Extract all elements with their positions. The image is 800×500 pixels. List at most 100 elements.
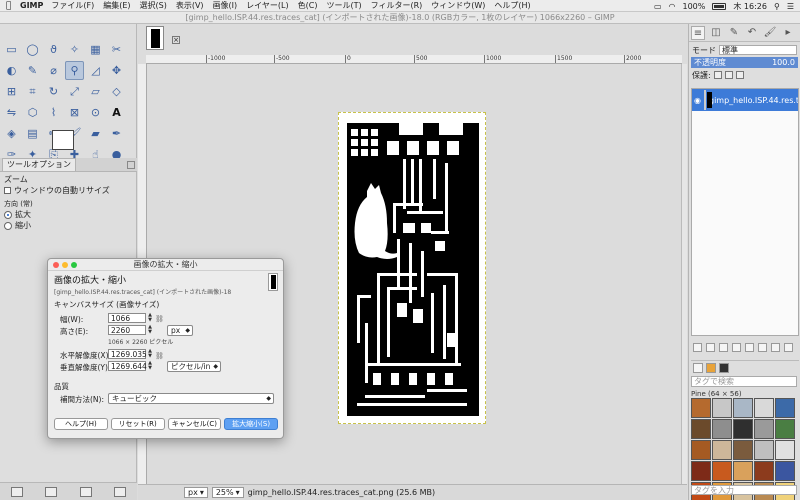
panel-menu-icon[interactable]: ▸ (781, 26, 795, 40)
cage-transform-icon[interactable]: ⬡ (23, 103, 42, 122)
y-resolution-spin-icon[interactable]: ▲ ▼ (147, 361, 153, 371)
flip-icon[interactable]: ⇋ (2, 103, 21, 122)
pattern-swatch[interactable] (754, 398, 774, 418)
pattern-swatch[interactable] (775, 461, 795, 481)
clock[interactable]: 木 16:26 (733, 1, 767, 12)
menu-help[interactable]: ヘルプ(H) (494, 0, 530, 11)
close-button[interactable] (53, 262, 59, 268)
lower-layer-icon[interactable] (732, 342, 741, 352)
menu-layer[interactable]: レイヤー(L) (246, 0, 288, 11)
delete-layer-icon[interactable] (784, 342, 793, 352)
unit-select[interactable]: px ▾ (184, 487, 208, 498)
text-icon[interactable]: A (107, 103, 126, 122)
zoom-select[interactable]: 25% ▾ (211, 487, 244, 498)
save-options-icon[interactable] (11, 486, 24, 497)
reset-options-icon[interactable] (113, 486, 126, 497)
chain-link-icon[interactable]: ⛓ (155, 352, 164, 360)
free-select-icon[interactable]: ϑ (44, 40, 63, 59)
warp-transform-icon[interactable]: ⌇ (44, 103, 63, 122)
crop-icon[interactable]: ⌗ (23, 82, 42, 101)
search-icon[interactable]: ⚲ (774, 2, 780, 11)
zoom-in-radio[interactable] (4, 210, 12, 219)
align-icon[interactable]: ⊞ (2, 82, 21, 101)
color-picker-icon[interactable]: ⌀ (44, 61, 63, 80)
raise-layer-icon[interactable] (719, 342, 728, 352)
airbrush-icon[interactable]: ✒ (107, 124, 126, 143)
brush-tab-icon[interactable]: 🖌 (763, 26, 777, 40)
pattern-swatch[interactable] (775, 419, 795, 439)
help-button[interactable]: ヘルプ(H) (54, 418, 108, 430)
zoom-icon[interactable]: ⚲ (65, 61, 84, 80)
menu-tools[interactable]: ツール(T) (326, 0, 361, 11)
menu-image[interactable]: 画像(I) (213, 0, 238, 11)
zoom-out-radio[interactable] (4, 221, 12, 230)
perspective-icon[interactable]: ◇ (107, 82, 126, 101)
tag-search-field[interactable]: タグで検索 (691, 376, 797, 387)
size-unit-select[interactable]: px ◆ (167, 325, 193, 336)
rotate-icon[interactable]: ↻ (44, 82, 63, 101)
lock-position-icon[interactable] (724, 71, 733, 79)
width-spin-icon[interactable]: ▲ ▼ (147, 313, 153, 323)
interpolation-select[interactable]: キュービック ◆ (108, 393, 274, 404)
unified-transform-icon[interactable]: ⊠ (65, 103, 84, 122)
pattern-swatch[interactable] (733, 461, 753, 481)
pattern-swatch[interactable] (733, 419, 753, 439)
tag-input[interactable]: タグを入力 (691, 484, 797, 495)
new-layer-group-icon[interactable] (706, 342, 715, 352)
pattern-swatch[interactable] (733, 398, 753, 418)
new-layer-icon[interactable] (693, 342, 702, 352)
image-tab-thumbnail[interactable] (146, 26, 164, 50)
delete-options-icon[interactable] (79, 486, 92, 497)
ellipse-select-icon[interactable]: ◯ (23, 40, 42, 59)
vertical-scrollbar[interactable] (681, 64, 687, 484)
foreground-color-swatch[interactable] (52, 130, 74, 150)
menu-list-icon[interactable]: ☰ (787, 2, 794, 11)
height-spin-icon[interactable]: ▲ ▼ (147, 325, 153, 335)
battery-icon[interactable] (712, 2, 727, 10)
width-input[interactable]: 1066 (108, 313, 146, 323)
rect-select-icon[interactable]: ▭ (2, 40, 21, 59)
auto-resize-checkbox[interactable] (4, 187, 11, 194)
pattern-swatch[interactable] (712, 440, 732, 460)
apple-menu-icon[interactable]:  (6, 1, 20, 11)
gradients-tab-icon[interactable] (719, 362, 729, 373)
lock-pixels-icon[interactable] (713, 71, 722, 79)
cancel-button[interactable]: キャンセル(C) (167, 418, 222, 430)
opacity-slider[interactable]: 不透明度 100.0 (691, 57, 798, 68)
menu-view[interactable]: 表示(V) (176, 0, 204, 11)
pattern-swatch[interactable] (691, 419, 711, 439)
y-resolution-input[interactable]: 1269.644 (108, 361, 147, 371)
select-by-color-icon[interactable]: ▦ (86, 40, 105, 59)
close-tab-icon[interactable]: × (172, 36, 180, 44)
wifi-icon[interactable]: ◠ (669, 2, 676, 11)
pattern-swatch[interactable] (733, 440, 753, 460)
chain-link-icon[interactable]: ⛓ (155, 315, 164, 323)
handle-transform-icon[interactable]: ⊙ (86, 103, 105, 122)
height-input[interactable]: 2260 (108, 325, 146, 335)
paths-tab-icon[interactable]: ✎ (727, 26, 741, 40)
menu-colors[interactable]: 色(C) (298, 0, 318, 11)
restore-options-icon[interactable] (45, 486, 58, 497)
pattern-swatch[interactable] (712, 461, 732, 481)
pattern-swatch[interactable] (712, 419, 732, 439)
menu-filters[interactable]: フィルター(R) (371, 0, 423, 11)
mask-layer-icon[interactable] (771, 342, 780, 352)
blend-icon[interactable]: ▤ (23, 124, 42, 143)
tab-tool-options[interactable]: ツールオプション (2, 158, 76, 171)
pattern-swatch[interactable] (754, 419, 774, 439)
x-resolution-input[interactable]: 1269.035 (108, 349, 147, 359)
lock-alpha-icon[interactable] (735, 71, 744, 79)
measure-icon[interactable]: ◿ (86, 61, 105, 80)
shear-icon[interactable]: ▱ (86, 82, 105, 101)
anchor-layer-icon[interactable] (758, 342, 767, 352)
foreground-select-icon[interactable]: ◐ (2, 61, 21, 80)
resolution-unit-select[interactable]: ピクセル/in ◆ (167, 361, 221, 372)
duplicate-layer-icon[interactable] (745, 342, 754, 352)
pattern-swatch[interactable] (775, 398, 795, 418)
layers-tab-icon[interactable]: ≡ (691, 25, 705, 40)
minimize-button[interactable] (62, 262, 68, 268)
pattern-swatch[interactable] (691, 461, 711, 481)
pattern-swatch[interactable] (775, 440, 795, 460)
visibility-eye-icon[interactable]: ◉ (694, 96, 701, 105)
menu-file[interactable]: ファイル(F) (51, 0, 94, 11)
